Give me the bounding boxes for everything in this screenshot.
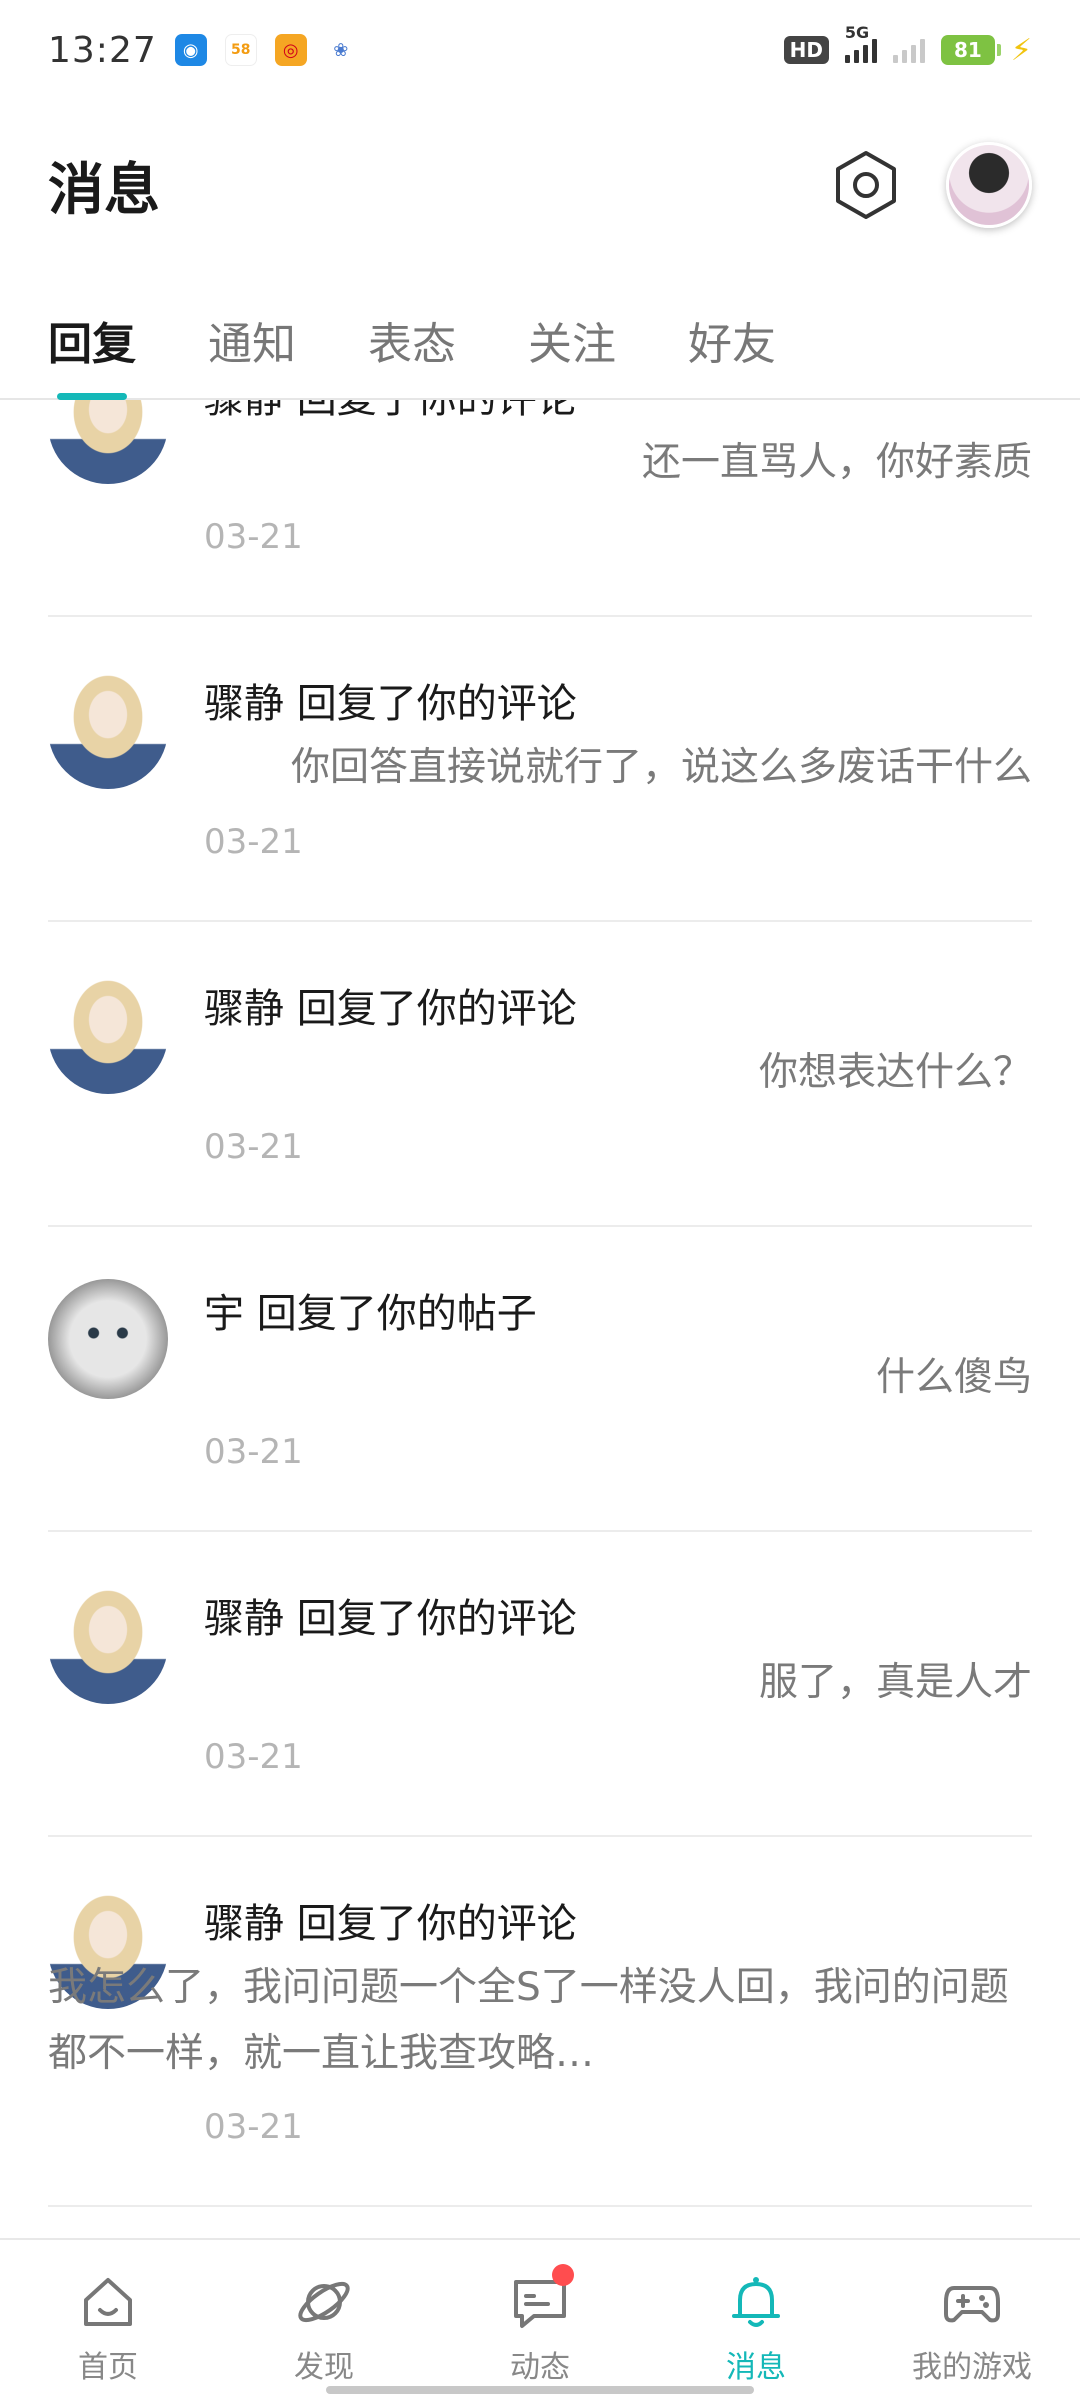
tab-follow[interactable]: 关注 [528, 280, 616, 400]
settings-button[interactable] [826, 145, 906, 225]
active-tab-indicator [57, 393, 127, 400]
list-item[interactable]: 骤静 回复了你的评论 你想表达什么？ 03-21 [48, 922, 1032, 1227]
nav-label: 动态 [510, 2350, 570, 2385]
message-title: 骤静 回复了你的评论 [204, 400, 577, 424]
avatar[interactable] [48, 400, 168, 484]
message-date: 03-21 [204, 1127, 303, 1167]
status-time: 13:27 [48, 29, 157, 71]
nav-label: 首页 [78, 2350, 138, 2385]
message-date: 03-21 [204, 1737, 303, 1777]
tab-friends[interactable]: 好友 [688, 280, 776, 400]
signal-secondary-icon [892, 37, 925, 63]
avatar[interactable] [48, 974, 168, 1094]
app-notification-icon-4: ❀ [324, 34, 357, 66]
hd-icon: HD [783, 36, 829, 64]
avatar[interactable] [48, 1279, 168, 1399]
nav-feed[interactable]: 动态 [432, 2240, 648, 2400]
gamepad-icon [944, 2286, 1000, 2323]
message-title: 骤静 回复了你的评论 [204, 986, 577, 1032]
nav-discover[interactable]: 发现 [216, 2240, 432, 2400]
nav-label: 消息 [726, 2350, 786, 2385]
tab-reaction[interactable]: 表态 [368, 280, 456, 400]
nav-my-games[interactable]: 我的游戏 [864, 2240, 1080, 2400]
tab-notice[interactable]: 通知 [208, 280, 296, 400]
charging-icon: ⚡ [1010, 32, 1032, 68]
header: 消息 [0, 120, 1080, 250]
message-title: 宇 回复了你的帖子 [204, 1291, 537, 1337]
nav-home[interactable]: 首页 [0, 2240, 216, 2400]
bottom-nav: 首页 发现 动态 消息 我的游戏 [0, 2238, 1080, 2400]
nav-messages[interactable]: 消息 [648, 2240, 864, 2400]
list-item[interactable]: 骤静 回复了你的评论 我怎么了，我问问题一个全S了一样没人回，我问的问题都不一样… [48, 1837, 1032, 2207]
avatar[interactable] [48, 669, 168, 789]
network-type: 5G [844, 23, 870, 42]
tab-reply[interactable]: 回复 [48, 280, 136, 400]
message-date: 03-21 [204, 2107, 303, 2147]
avatar[interactable] [48, 1584, 168, 1704]
message-body: 什么傻鸟 [875, 1355, 1032, 1400]
tab-label: 通知 [208, 319, 296, 370]
status-left: 13:27 ◉ 58 ◎ ❀ [48, 30, 357, 71]
message-body: 我怎么了，我问问题一个全S了一样没人回，我问的问题都不一样，就一直让我查攻略… [48, 1965, 1009, 2076]
home-icon [84, 2278, 132, 2326]
tab-label: 表态 [368, 319, 456, 370]
page-title: 消息 [48, 157, 160, 223]
message-tabs: 回复 通知 表态 关注 好友 [0, 280, 1080, 400]
message-title: 骤静 回复了你的评论 [204, 1596, 577, 1642]
message-body: 你回答直接说就行了，说这么多废话干什么 [290, 745, 1032, 790]
nav-label: 发现 [294, 2350, 354, 2385]
status-bar: 13:27 ◉ 58 ◎ ❀ HD 5G 81 ⚡ [0, 0, 1080, 100]
message-date: 03-21 [204, 1432, 303, 1472]
tab-label: 回复 [48, 319, 136, 370]
nav-label: 我的游戏 [912, 2350, 1032, 2385]
list-item[interactable]: 骤静 回复了你的评论 你回答直接说就行了，说这么多废话干什么 03-21 [48, 617, 1032, 922]
app-notification-icon-1: ◉ [174, 34, 207, 66]
status-right: HD 5G 81 ⚡ [783, 23, 1032, 68]
message-date: 03-21 [204, 822, 303, 862]
user-avatar[interactable] [946, 142, 1032, 228]
signal-5g-icon: 5G [844, 23, 877, 63]
settings-hexagon-icon [836, 151, 896, 219]
message-list[interactable]: 骤静 回复了你的评论 还一直骂人，你好素质 03-21 骤静 回复了你的评论 你… [0, 400, 1080, 2232]
notification-dot [552, 2264, 574, 2286]
message-body: 服了，真是人才 [758, 1660, 1032, 1705]
planet-icon [298, 2281, 350, 2323]
battery-icon: 81 [940, 35, 1001, 65]
list-item[interactable]: 骤静 回复了你的评论 还一直骂人，你好素质 03-21 [48, 400, 1032, 617]
home-indicator[interactable] [326, 2386, 754, 2394]
message-body: 你想表达什么？ [758, 1050, 1032, 1095]
message-date: 03-21 [204, 517, 303, 557]
app-notification-icon-2: 58 [224, 34, 257, 66]
tab-label: 关注 [528, 319, 616, 370]
bell-icon [732, 2277, 780, 2327]
message-title: 骤静 回复了你的评论 [204, 1901, 577, 1947]
tab-label: 好友 [688, 319, 776, 370]
weibo-icon: ◎ [274, 34, 307, 66]
list-item[interactable]: 骤静 回复了你的评论 服了，真是人才 03-21 [48, 1532, 1032, 1837]
message-title: 骤静 回复了你的评论 [204, 681, 577, 727]
message-list-content: 骤静 回复了你的评论 还一直骂人，你好素质 03-21 骤静 回复了你的评论 你… [0, 400, 1080, 2207]
message-body: 还一直骂人，你好素质 [641, 440, 1032, 485]
list-item[interactable]: 宇 回复了你的帖子 什么傻鸟 03-21 [48, 1227, 1032, 1532]
